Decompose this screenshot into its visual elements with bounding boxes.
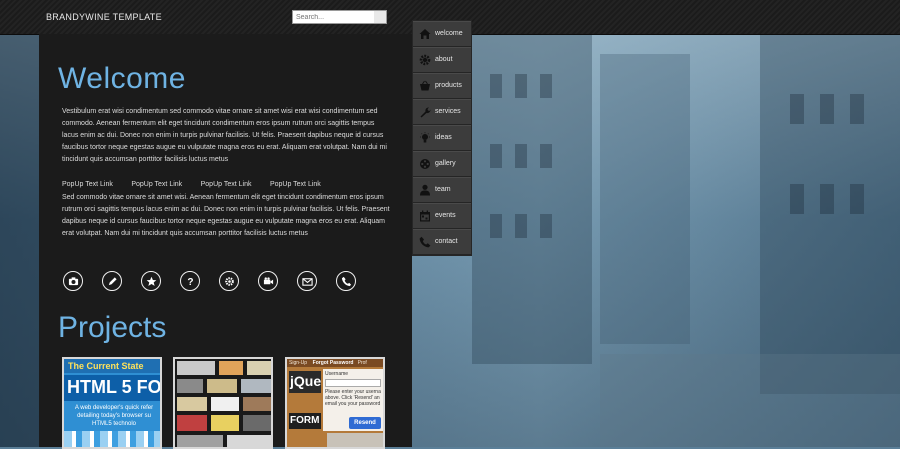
nav-item-welcome[interactable]: welcome	[413, 21, 471, 47]
project-thumbnail-jquery-form[interactable]: Sign-Up Forgot Password Prof jQue Userna…	[285, 357, 385, 449]
project-3-label: Username	[325, 371, 349, 377]
pencil-icon[interactable]	[102, 271, 122, 291]
nav-label: welcome	[435, 30, 463, 37]
project-3-tab-forgot: Forgot Password	[312, 360, 354, 366]
home-icon	[419, 29, 431, 39]
brand-title[interactable]: BRANDYWINE TEMPLATE	[46, 12, 162, 22]
project-3-resend-button: Resend	[349, 417, 381, 429]
nav-item-team[interactable]: team	[413, 177, 471, 203]
project-1-heading: The Current State	[68, 361, 144, 371]
project-thumbnail-gallery[interactable]	[173, 357, 273, 449]
project-3-tab-signup: Sign-Up	[289, 360, 308, 366]
phone-icon[interactable]	[336, 271, 356, 291]
video-camera-icon[interactable]	[258, 271, 278, 291]
mail-icon[interactable]	[297, 271, 317, 291]
gear-icon	[419, 54, 431, 66]
film-reel-icon	[420, 159, 430, 169]
search-input[interactable]	[292, 10, 379, 24]
popup-link-4[interactable]: PopUp Text Link	[270, 181, 321, 188]
nav-item-contact[interactable]: contact	[413, 229, 471, 255]
nav-item-services[interactable]: services	[413, 99, 471, 125]
svg-text:?: ?	[187, 277, 193, 287]
popup-links: PopUp Text Link PopUp Text Link PopUp Te…	[62, 173, 335, 188]
popup-link-1[interactable]: PopUp Text Link	[62, 181, 113, 188]
wrench-icon	[420, 107, 431, 118]
nav-label: about	[435, 56, 453, 63]
project-3-copy: Please enter your userna above. Click 'R…	[325, 389, 381, 407]
nav-label: contact	[435, 238, 458, 245]
nav-label: gallery	[435, 160, 456, 167]
nav-label: team	[435, 186, 451, 193]
projects-heading: Projects	[58, 311, 167, 344]
nav-label: services	[435, 108, 461, 115]
basket-icon	[420, 80, 430, 91]
camera-icon[interactable]	[63, 271, 83, 291]
nav-item-gallery[interactable]: gallery	[413, 151, 471, 177]
popup-link-2[interactable]: PopUp Text Link	[131, 181, 182, 188]
person-icon	[420, 184, 430, 196]
project-1-text: A web developer's quick refer detailing …	[74, 405, 154, 427]
welcome-paragraph: Vestibulum erat wisi condimentum sed com…	[62, 108, 387, 163]
star-icon[interactable]	[141, 271, 161, 291]
secondary-paragraph: Sed commodo vitae ornare sit amet wisi. …	[62, 194, 390, 237]
content-panel: Welcome Vestibulum erat wisi condimentum…	[39, 34, 412, 449]
nav-item-ideas[interactable]: ideas	[413, 125, 471, 151]
project-3-tab-profile: Prof	[357, 360, 367, 366]
nav-item-events[interactable]: events	[413, 203, 471, 229]
project-3-badge: jQue	[290, 373, 322, 389]
project-thumbnail-html5[interactable]: The Current State HTML 5 FO A web develo…	[62, 357, 162, 449]
nav-item-products[interactable]: products	[413, 73, 471, 99]
nav-item-about[interactable]: about	[413, 47, 471, 73]
lightbulb-icon	[420, 132, 430, 143]
welcome-heading: Welcome	[58, 62, 186, 95]
phone-icon	[419, 236, 431, 248]
search-button[interactable]	[374, 10, 387, 24]
nav-label: events	[435, 212, 456, 219]
question-icon[interactable]: ?	[180, 271, 200, 291]
main-nav: welcome about products services ideas ga…	[412, 20, 472, 256]
project-1-banner: HTML 5 FO	[67, 377, 160, 397]
nav-label: ideas	[435, 134, 452, 141]
project-3-badge-form: FORM	[290, 415, 320, 426]
nav-label: products	[435, 82, 462, 89]
gear-icon[interactable]	[219, 271, 239, 291]
popup-link-3[interactable]: PopUp Text Link	[201, 181, 252, 188]
calendar-icon	[420, 210, 430, 222]
